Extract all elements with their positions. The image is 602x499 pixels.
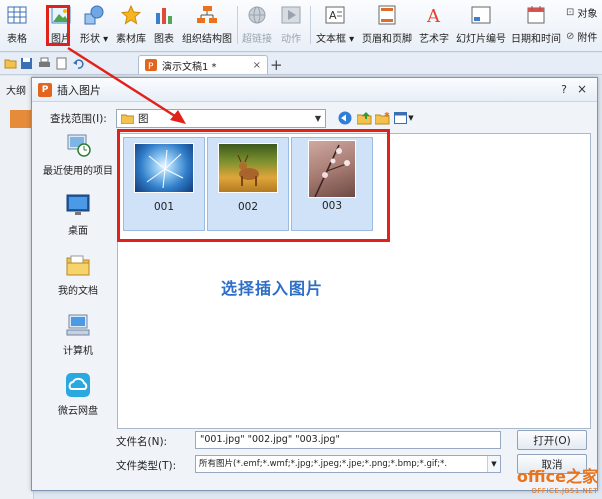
app-window: 表格 图片 形状 ▾ 素材库 图表 组织结构图 超链接 动作 A 文本框 ▾ 页…: [0, 0, 602, 499]
watermark-title: office之家: [516, 467, 598, 486]
watermark: office之家 OFFICE.JB51.NET: [517, 463, 598, 495]
annotation-arrow: [67, 46, 186, 124]
watermark-url: OFFICE.JB51.NET: [531, 487, 598, 495]
